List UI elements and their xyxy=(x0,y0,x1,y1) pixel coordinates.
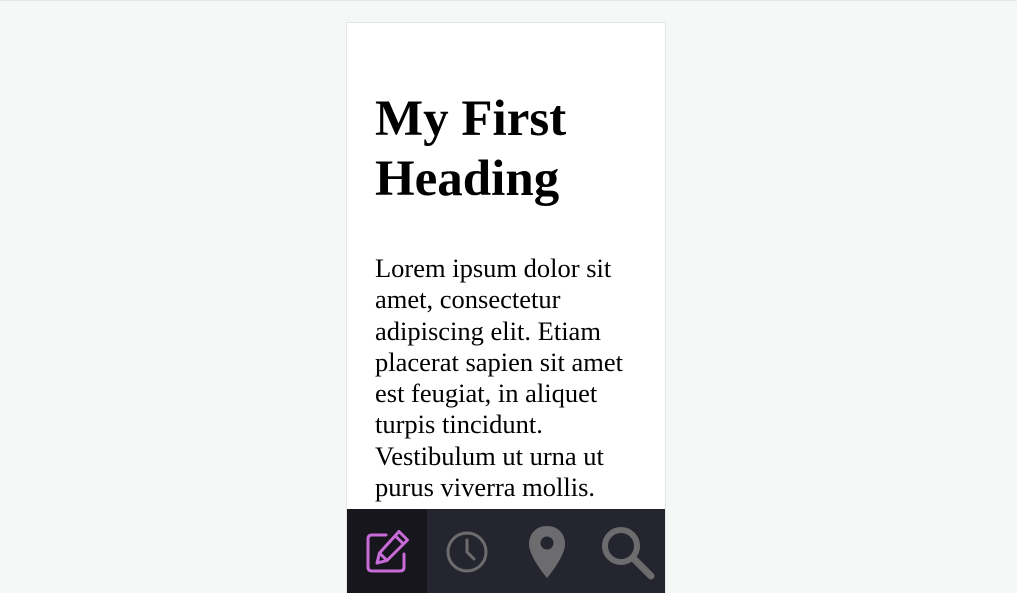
location-pin-icon xyxy=(527,524,567,580)
scroll-content[interactable]: My First Heading Lorem ipsum dolor sit a… xyxy=(347,23,665,509)
bottom-tab-bar xyxy=(347,509,665,593)
window-top-border xyxy=(0,0,1017,1)
page-heading: My First Heading xyxy=(375,91,567,207)
tab-location[interactable] xyxy=(507,509,587,593)
tab-search[interactable] xyxy=(587,509,665,593)
search-icon xyxy=(599,524,655,580)
edit-icon xyxy=(362,527,412,577)
mobile-viewport: My First Heading Lorem ipsum dolor sit a… xyxy=(346,22,666,593)
body-paragraph: Lorem ipsum dolor sit amet, consectetur … xyxy=(375,253,623,509)
clock-icon xyxy=(445,530,489,574)
tab-history[interactable] xyxy=(427,509,507,593)
tab-edit[interactable] xyxy=(347,509,427,593)
